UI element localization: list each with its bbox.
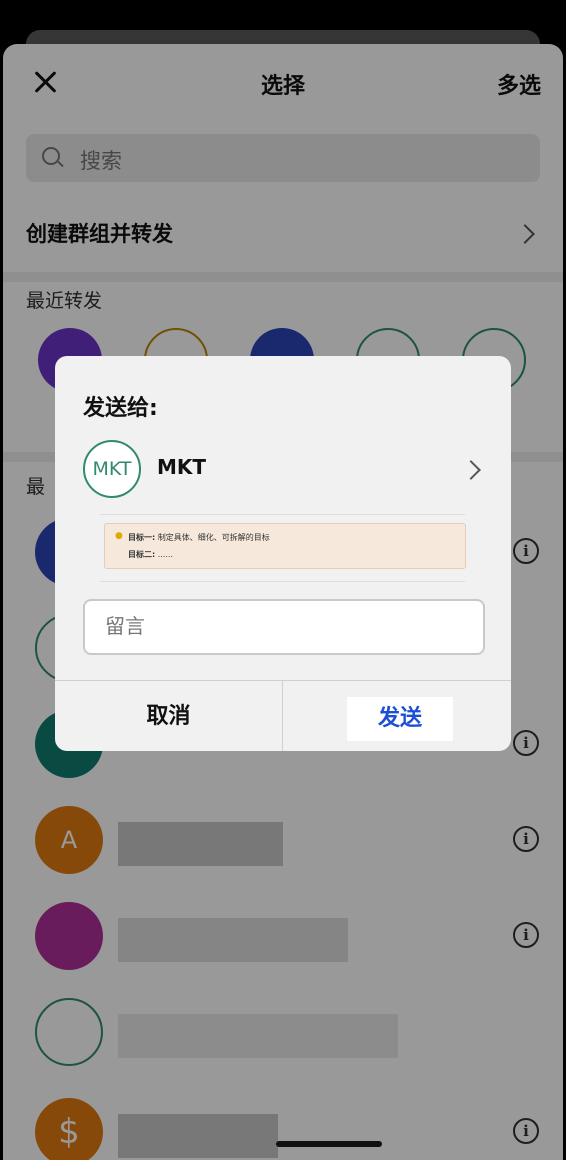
preview-line-2: 目标二: ...... (128, 550, 174, 559)
message-preview: ● 目标一: 制定具体、细化、可拆解的目标 目标二: ...... (100, 514, 466, 582)
chevron-right-icon (461, 460, 481, 480)
dialog-title: 发送给: (83, 396, 158, 421)
target-name: MKT (157, 455, 207, 479)
preview-card: ● 目标一: 制定具体、细化、可拆解的目标 目标二: ...... (104, 523, 466, 569)
message-input[interactable] (103, 601, 467, 651)
cancel-button[interactable]: 取消 (55, 681, 283, 751)
send-dialog: 发送给: MKT MKT ● 目标一: 制定具体、细化、可拆解的目标 目标二: … (55, 356, 511, 751)
send-button[interactable]: 发送 (347, 697, 453, 741)
home-indicator (276, 1141, 382, 1147)
target-avatar: MKT (83, 440, 141, 498)
lightbulb-icon: ● (115, 531, 123, 541)
preview-line-1: 目标一: 制定具体、细化、可拆解的目标 (128, 533, 270, 542)
message-field[interactable] (83, 599, 485, 655)
screen: 选择 多选 搜索 创建群组并转发 最近转发 最 i i A i i $ i 发送… (0, 0, 566, 1160)
send-target-row[interactable]: MKT MKT (55, 440, 511, 504)
dialog-actions: 取消 发送 (55, 680, 511, 751)
